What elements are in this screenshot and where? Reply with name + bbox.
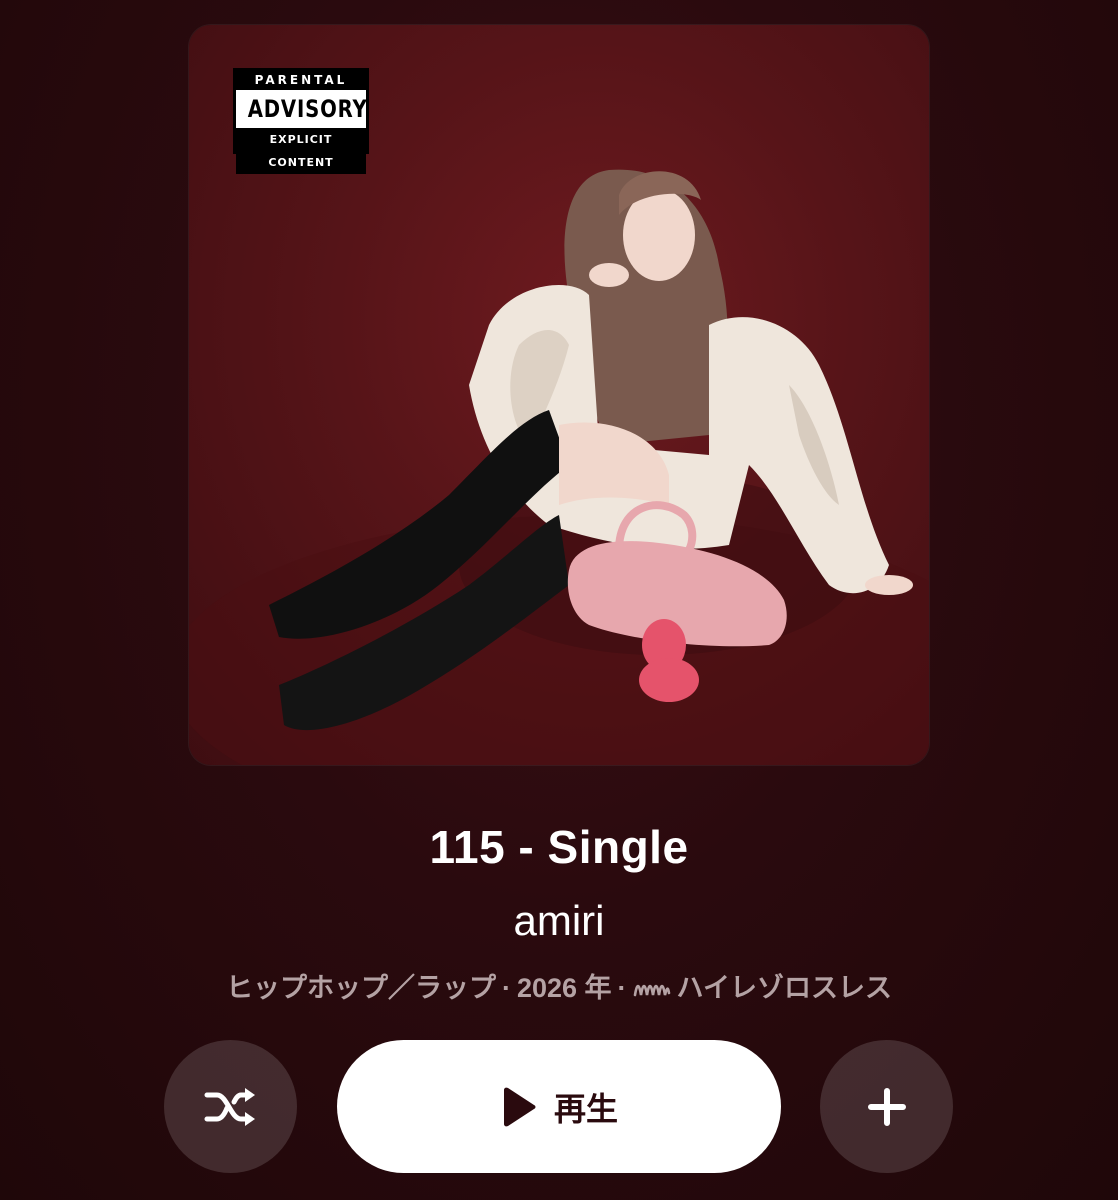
year-label: 2026 年 [516,973,612,1003]
play-button[interactable]: 再生 [337,1040,781,1173]
plus-icon [867,1087,906,1126]
play-label: 再生 [553,1090,618,1127]
album-title: 115 - Single [429,821,689,873]
hi-res-lossless-icon [633,984,670,997]
genre-label: ヒップホップ／ラップ [225,973,496,1003]
advisory-bottom-text: EXPLICIT CONTENT [236,128,366,174]
parental-advisory-label: PARENTAL ADVISORY EXPLICIT CONTENT [233,68,369,174]
advisory-top-text: PARENTAL [236,71,366,90]
meta-separator: · [617,973,627,1003]
advisory-middle-text: ADVISORY [247,95,368,123]
album-artwork[interactable]: PARENTAL ADVISORY EXPLICIT CONTENT [189,25,929,765]
shuffle-button[interactable] [164,1040,297,1173]
add-to-library-button[interactable] [820,1040,953,1173]
play-icon [503,1087,536,1126]
shuffle-icon [204,1087,255,1126]
quality-label: ハイレゾロスレス [676,973,893,1003]
artist-name-link[interactable]: amiri [0,897,1118,945]
album-meta: ヒップホップ／ラップ · 2026 年 · ハイレゾロスレス [0,966,1118,1005]
meta-separator: · [501,973,511,1003]
